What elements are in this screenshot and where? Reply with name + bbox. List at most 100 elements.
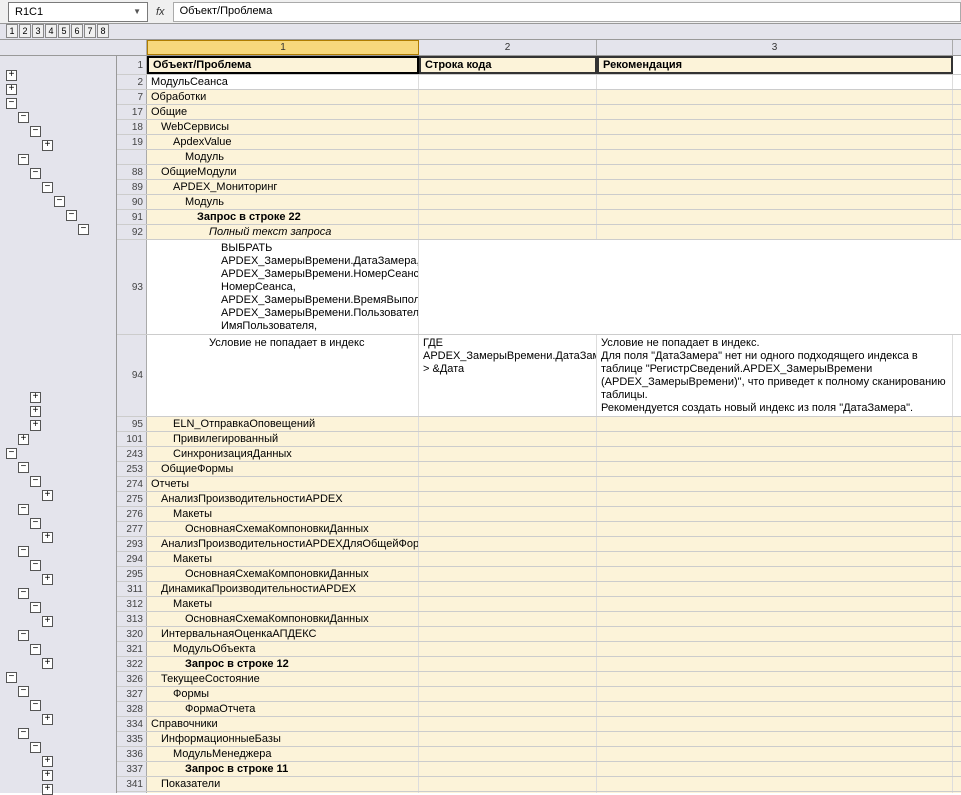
header-cell-recommendation[interactable]: Рекомендация	[597, 56, 953, 74]
outline-level-5[interactable]: 5	[58, 24, 70, 38]
row-number[interactable]: 335	[117, 732, 147, 746]
cell-line[interactable]	[419, 672, 597, 686]
expand-icon[interactable]: +	[30, 392, 41, 403]
header-cell-line[interactable]: Строка кода	[419, 56, 597, 74]
cell-line[interactable]	[419, 492, 597, 506]
cell-line[interactable]	[419, 417, 597, 431]
expand-icon[interactable]: +	[42, 770, 53, 781]
row-number[interactable]: 101	[117, 432, 147, 446]
cell-line[interactable]	[419, 180, 597, 194]
cell-line[interactable]	[419, 777, 597, 791]
cell-recommendation[interactable]	[597, 90, 953, 104]
cell-object[interactable]: ИнформационныеБазы	[147, 732, 419, 746]
cell-object[interactable]: Макеты	[147, 597, 419, 611]
cell-line[interactable]	[419, 567, 597, 581]
cell-recommendation[interactable]	[597, 687, 953, 701]
row-number[interactable]: 293	[117, 537, 147, 551]
cell-recommendation[interactable]	[597, 567, 953, 581]
cell-recommendation[interactable]	[597, 180, 953, 194]
fx-icon[interactable]: fx	[156, 6, 165, 18]
cell-recommendation[interactable]	[597, 537, 953, 551]
collapse-icon[interactable]: −	[18, 504, 29, 515]
cell-object[interactable]: Формы	[147, 687, 419, 701]
cell-line[interactable]	[419, 552, 597, 566]
expand-icon[interactable]: +	[42, 784, 53, 795]
cell-recommendation[interactable]	[597, 135, 953, 149]
outline-level-1[interactable]: 1	[6, 24, 18, 38]
cell-line[interactable]	[419, 462, 597, 476]
row-number[interactable]: 275	[117, 492, 147, 506]
collapse-icon[interactable]: −	[6, 98, 17, 109]
cell-recommendation[interactable]	[597, 225, 953, 239]
row-number[interactable]: 95	[117, 417, 147, 431]
cell-line[interactable]	[419, 90, 597, 104]
cell-line[interactable]	[419, 627, 597, 641]
cell-object[interactable]: ИнтервальнаяОценкаАПДЕКС	[147, 627, 419, 641]
col-header-2[interactable]: 2	[419, 40, 597, 55]
row-number[interactable]: 92	[117, 225, 147, 239]
collapse-icon[interactable]: −	[30, 700, 41, 711]
cell-object[interactable]: АнализПроизводительностиAPDEXДляОбщейФор…	[147, 537, 419, 551]
collapse-icon[interactable]: −	[18, 588, 29, 599]
cell-line[interactable]	[419, 597, 597, 611]
cell-recommendation[interactable]	[597, 597, 953, 611]
cell-object[interactable]: Макеты	[147, 552, 419, 566]
collapse-icon[interactable]: −	[18, 686, 29, 697]
outline-level-7[interactable]: 7	[84, 24, 96, 38]
cell-line[interactable]	[419, 75, 597, 89]
row-number[interactable]: 253	[117, 462, 147, 476]
cell-object[interactable]: Модуль	[147, 195, 419, 209]
cell-recommendation[interactable]	[597, 522, 953, 536]
collapse-icon[interactable]: −	[30, 742, 41, 753]
collapse-icon[interactable]: −	[18, 462, 29, 473]
cell-recommendation[interactable]	[597, 702, 953, 716]
row-number[interactable]: 18	[117, 120, 147, 134]
row-number[interactable]: 277	[117, 522, 147, 536]
collapse-icon[interactable]: −	[30, 602, 41, 613]
name-box[interactable]: R1C1 ▼	[8, 2, 148, 22]
cell-object[interactable]: ФормаОтчета	[147, 702, 419, 716]
row-number[interactable]: 337	[117, 762, 147, 776]
cell-recommendation[interactable]	[597, 732, 953, 746]
cell-recommendation[interactable]	[597, 552, 953, 566]
cell-line[interactable]	[419, 195, 597, 209]
collapse-icon[interactable]: −	[54, 196, 65, 207]
cell-object[interactable]: Привилегированный	[147, 432, 419, 446]
cell-recommendation[interactable]	[597, 642, 953, 656]
row-number[interactable]: 1	[117, 56, 147, 74]
cell-object[interactable]: ОбщиеФормы	[147, 462, 419, 476]
col-header-1[interactable]: 1	[147, 40, 419, 55]
row-number[interactable]: 243	[117, 447, 147, 461]
cell-line[interactable]	[419, 150, 597, 164]
expand-icon[interactable]: +	[42, 756, 53, 767]
expand-icon[interactable]: +	[6, 70, 17, 81]
cell-recommendation[interactable]	[597, 150, 953, 164]
row-number[interactable]: 88	[117, 165, 147, 179]
cell-object[interactable]: ОсновнаяСхемаКомпоновкиДанных	[147, 567, 419, 581]
cell-recommendation[interactable]	[597, 75, 953, 89]
collapse-icon[interactable]: −	[78, 224, 89, 235]
expand-icon[interactable]: +	[42, 714, 53, 725]
cell-object[interactable]: Макеты	[147, 507, 419, 521]
row-number[interactable]: 90	[117, 195, 147, 209]
collapse-icon[interactable]: −	[66, 210, 77, 221]
cell-recommendation[interactable]	[597, 462, 953, 476]
collapse-icon[interactable]: −	[30, 476, 41, 487]
cell-recommendation[interactable]	[597, 165, 953, 179]
row-number[interactable]: 94	[117, 335, 147, 416]
cell-line[interactable]	[419, 702, 597, 716]
cell-object[interactable]: ТекущееСостояние	[147, 672, 419, 686]
cell-line[interactable]	[419, 717, 597, 731]
collapse-icon[interactable]: −	[18, 546, 29, 557]
row-number[interactable]: 7	[117, 90, 147, 104]
collapse-icon[interactable]: −	[30, 126, 41, 137]
collapse-icon[interactable]: −	[18, 112, 29, 123]
row-number[interactable]: 93	[117, 240, 147, 334]
cell-line[interactable]	[419, 582, 597, 596]
col-header-3[interactable]: 3	[597, 40, 953, 55]
expand-icon[interactable]: +	[42, 574, 53, 585]
cell-object[interactable]: Полный текст запроса	[147, 225, 419, 239]
cell-object[interactable]: ВЫБРАТЬAPDEX_ЗамерыВремени.ДатаЗамера,AP…	[147, 240, 419, 334]
row-number[interactable]: 321	[117, 642, 147, 656]
cell-object[interactable]: Запрос в строке 11	[147, 762, 419, 776]
